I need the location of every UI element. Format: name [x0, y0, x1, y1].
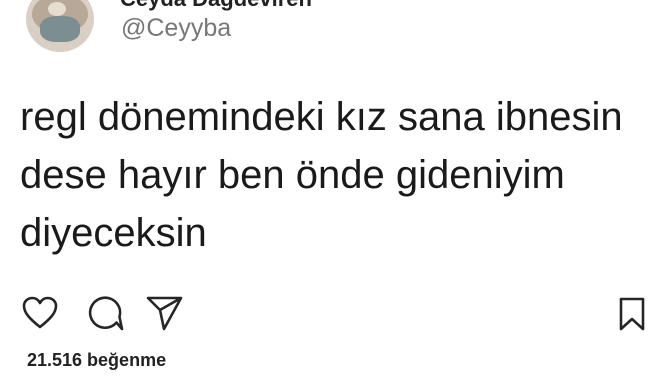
- tweet-line: diyeceksin: [20, 211, 207, 255]
- avatar-shape: [48, 2, 66, 16]
- tweet-line: dese hayır ben önde gideniyim: [20, 153, 565, 197]
- username-handle[interactable]: @Ceyyba: [121, 14, 231, 43]
- comment-icon[interactable]: [86, 295, 126, 333]
- share-icon[interactable]: [146, 296, 184, 332]
- avatar-shape: [40, 16, 80, 42]
- tweet-text: regl dönemindeki kız sana ibnesin dese h…: [20, 88, 670, 262]
- display-name[interactable]: Ceyda Dağdeviren: [120, 0, 312, 12]
- tweet-line: regl dönemindeki kız sana ibnesin: [20, 95, 623, 139]
- like-count[interactable]: 21.516 beğenme: [27, 350, 166, 371]
- heart-icon[interactable]: [22, 296, 58, 330]
- avatar[interactable]: [26, 0, 94, 52]
- bookmark-icon[interactable]: [616, 296, 648, 332]
